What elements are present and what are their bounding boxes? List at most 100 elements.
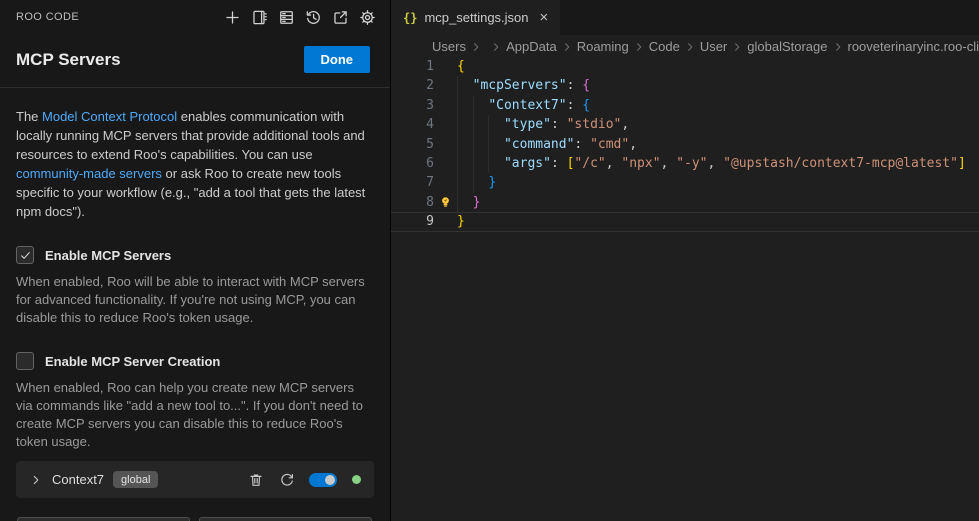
crumb-chevron-icon [683, 40, 697, 54]
code-token: "-y" [676, 156, 707, 171]
code-token: "Context7" [488, 98, 566, 113]
server-row[interactable]: Context7global [16, 461, 374, 498]
code-token [457, 117, 504, 132]
refresh-icon[interactable] [279, 472, 295, 488]
breadcrumb-item[interactable]: globalStorage [747, 39, 827, 54]
mcp-intro-text: The Model Context Protocol enables commu… [0, 107, 390, 221]
server-scope-badge: global [113, 471, 158, 488]
breadcrumb-item[interactable]: User [700, 39, 727, 54]
code-line-content: "args": ["/c", "npx", "-y", "@upstash/co… [457, 154, 966, 173]
code-token: , [708, 156, 724, 171]
setting-label: Enable MCP Server Creation [45, 354, 220, 369]
edit-global-mcp-button[interactable]: Edit Global MCP [17, 517, 190, 521]
tab-filename: mcp_settings.json [424, 10, 528, 25]
code-token [457, 156, 504, 171]
chevron-right-icon[interactable] [29, 473, 43, 487]
code-token: "@upstash/context7-mcp@latest" [723, 156, 958, 171]
line-number: 6 [391, 154, 434, 173]
code-line[interactable]: 7 } [391, 173, 979, 192]
code-token [457, 137, 504, 152]
setting-toggle[interactable]: Enable MCP Server Creation [16, 352, 374, 370]
code-token: "type" [504, 117, 551, 132]
code-token: } [473, 195, 481, 210]
editor-area: {} mcp_settings.json × Users AppData Roami… [391, 0, 979, 521]
header-divider [0, 87, 390, 88]
code-token [457, 195, 473, 210]
setting-toggle[interactable]: Enable MCP Servers [16, 246, 374, 264]
breadcrumb-item[interactable]: Users [432, 39, 466, 54]
code-token: : [551, 156, 567, 171]
editor-tab-bar: {} mcp_settings.json × [391, 0, 979, 35]
breadcrumb-item[interactable]: Code [649, 39, 680, 54]
crumb-chevron-icon [489, 40, 503, 54]
done-button[interactable]: Done [304, 46, 371, 73]
edit-project-mcp-button[interactable]: Edit Project MCP [199, 517, 372, 521]
code-line[interactable]: 8 } [391, 193, 979, 212]
intro-link[interactable]: community-made servers [16, 166, 162, 181]
json-braces-icon: {} [403, 11, 417, 25]
code-editor[interactable]: 1{2 "mcpServers": {3 "Context7": {4 "typ… [391, 57, 979, 521]
notebook-icon[interactable] [251, 9, 268, 26]
code-line-content: } [457, 212, 465, 231]
gear-icon[interactable] [359, 9, 376, 26]
tab-close-icon[interactable]: × [540, 10, 549, 25]
code-line[interactable]: 9} [391, 212, 979, 231]
mcp-setting: Enable MCP Server Creation When enabled, … [0, 352, 390, 451]
code-token: "npx" [621, 156, 660, 171]
checkbox-unchecked[interactable] [16, 352, 34, 370]
line-number: 1 [391, 57, 434, 76]
server-stack-icon[interactable] [278, 9, 295, 26]
lightbulb-icon[interactable] [438, 195, 453, 210]
app-root: ROO CODE MCP Servers Done The Model Cont… [0, 0, 979, 521]
checkbox-checked[interactable] [16, 246, 34, 264]
breadcrumb-item[interactable]: Roaming [577, 39, 629, 54]
setting-description: When enabled, Roo will be able to intera… [16, 273, 374, 327]
trash-icon[interactable] [248, 472, 264, 488]
code-line[interactable]: 3 "Context7": { [391, 96, 979, 115]
history-icon[interactable] [305, 9, 322, 26]
intro-link[interactable]: Model Context Protocol [42, 109, 177, 124]
code-line-content: "mcpServers": { [457, 76, 590, 95]
code-line[interactable]: 2 "mcpServers": { [391, 76, 979, 95]
code-token: { [457, 59, 465, 74]
code-token [457, 98, 488, 113]
code-token: : [567, 78, 583, 93]
code-token: "command" [504, 137, 574, 152]
code-token: : [551, 117, 567, 132]
code-line[interactable]: 5 "command": "cmd", [391, 135, 979, 154]
intro-text: The [16, 109, 42, 124]
crumb-chevron-icon [632, 40, 646, 54]
code-line[interactable]: 4 "type": "stdio", [391, 115, 979, 134]
open-external-icon[interactable] [332, 9, 349, 26]
setting-description: When enabled, Roo can help you create ne… [16, 379, 374, 451]
line-number: 7 [391, 173, 434, 192]
code-line[interactable]: 6 "args": ["/c", "npx", "-y", "@upstash/… [391, 154, 979, 173]
code-line-content: } [457, 173, 496, 192]
mcp-footer-buttons: Edit Global MCP Edit Project MCP [0, 498, 390, 521]
code-token: , [629, 137, 637, 152]
code-line-content: "Context7": { [457, 96, 590, 115]
code-line[interactable]: 1{ [391, 57, 979, 76]
tab-mcp-settings-json[interactable]: {} mcp_settings.json × [391, 0, 560, 35]
code-token: , [606, 156, 622, 171]
line-number: 5 [391, 135, 434, 154]
mcp-page-header: MCP Servers Done [0, 34, 390, 87]
roo-code-sidebar: ROO CODE MCP Servers Done The Model Cont… [0, 0, 391, 521]
line-number: 4 [391, 115, 434, 134]
breadcrumb-item[interactable]: AppData [506, 39, 557, 54]
code-line-content: { [457, 57, 465, 76]
server-toggle-on[interactable] [309, 473, 337, 487]
code-token: , [621, 117, 629, 132]
toggle-knob [325, 475, 335, 485]
plus-icon[interactable] [224, 9, 241, 26]
line-number: 2 [391, 76, 434, 95]
breadcrumb-item[interactable]: rooveterinaryinc.roo-cli [848, 39, 979, 54]
crumb-chevron-icon [469, 40, 483, 54]
page-title: MCP Servers [16, 50, 121, 70]
crumb-chevron-icon [560, 40, 574, 54]
line-number: 3 [391, 96, 434, 115]
mcp-setting: Enable MCP Servers When enabled, Roo will… [0, 246, 390, 327]
code-token: ] [958, 156, 966, 171]
server-status-dot [352, 475, 361, 484]
code-token: { [582, 98, 590, 113]
